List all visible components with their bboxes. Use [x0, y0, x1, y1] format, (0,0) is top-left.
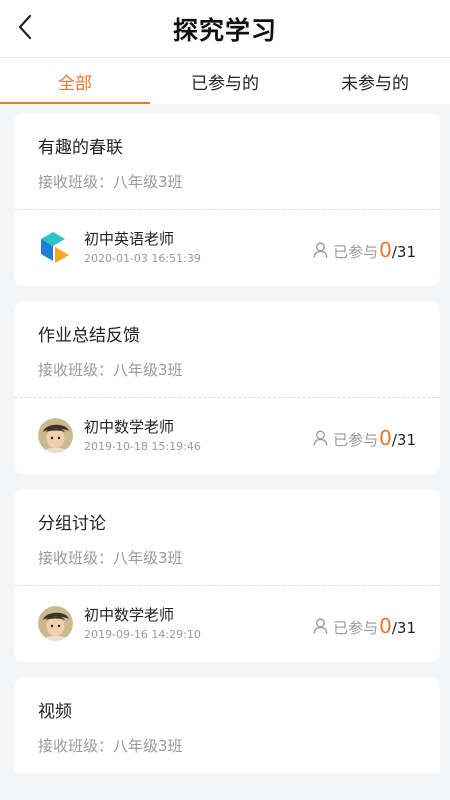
timestamp: 2019-09-16 14:29:10: [84, 628, 201, 641]
class-label: 接收班级：八年级3班: [38, 549, 183, 567]
divider: [14, 397, 440, 398]
timestamp: 2019-10-18 15:19:46: [84, 440, 201, 453]
participation-status: 已参与 0 /31: [313, 614, 416, 638]
joined-label: 已参与: [333, 431, 379, 449]
user-icon: [313, 242, 328, 258]
activity-title: 作业总结反馈: [38, 326, 140, 346]
joined-count: 0: [379, 426, 392, 450]
total-count: /31: [391, 243, 416, 261]
tab-bar: 全部 已参与的 未参与的: [0, 57, 450, 104]
teacher-name: 初中数学老师: [84, 606, 175, 624]
activity-list: 有趣的春联 接收班级：八年级3班 初中英语老师 2020-01-03 16:51…: [14, 113, 440, 792]
class-label: 接收班级：八年级3班: [38, 361, 183, 379]
user-icon: [313, 618, 328, 634]
page-title: 探究学习: [172, 15, 277, 45]
participation-status: 已参与 0 /31: [313, 238, 416, 262]
user-icon: [313, 430, 328, 446]
divider: [14, 585, 440, 586]
participation-status: 已参与 0 /31: [313, 426, 416, 450]
divider: [14, 209, 440, 210]
activity-card[interactable]: 视频 接收班级：八年级3班: [14, 677, 440, 777]
activity-card[interactable]: 分组讨论 接收班级：八年级3班 初中数学老师 2019-09-16 14:29:…: [14, 489, 440, 662]
activity-title: 视频: [38, 702, 72, 722]
cube-logo-icon: [38, 230, 73, 265]
total-count: /31: [391, 619, 416, 637]
total-count: /31: [391, 431, 416, 449]
joined-count: 0: [379, 238, 392, 262]
activity-card[interactable]: 作业总结反馈 接收班级：八年级3班 初中数学老师 2019-10-18 15:1…: [14, 301, 440, 474]
joined-label: 已参与: [333, 619, 379, 637]
character-avatar-icon: [38, 606, 73, 641]
joined-count: 0: [379, 614, 392, 638]
class-label: 接收班级：八年级3班: [38, 737, 183, 755]
back-button[interactable]: [10, 10, 40, 44]
teacher-name: 初中英语老师: [84, 230, 175, 248]
tab-joined[interactable]: 已参与的: [150, 58, 300, 104]
class-label: 接收班级：八年级3班: [38, 173, 183, 191]
joined-label: 已参与: [333, 243, 379, 261]
activity-title: 有趣的春联: [38, 138, 123, 158]
timestamp: 2020-01-03 16:51:39: [84, 252, 201, 265]
tab-all[interactable]: 全部: [0, 58, 150, 104]
character-avatar-icon: [38, 418, 73, 453]
header-bar: 探究学习: [0, 0, 450, 57]
activity-card[interactable]: 有趣的春联 接收班级：八年级3班 初中英语老师 2020-01-03 16:51…: [14, 113, 440, 286]
chevron-left-icon: [18, 14, 32, 40]
bottom-edge: [0, 773, 450, 800]
tab-not-joined[interactable]: 未参与的: [300, 58, 450, 104]
teacher-name: 初中数学老师: [84, 418, 175, 436]
activity-title: 分组讨论: [38, 514, 106, 534]
